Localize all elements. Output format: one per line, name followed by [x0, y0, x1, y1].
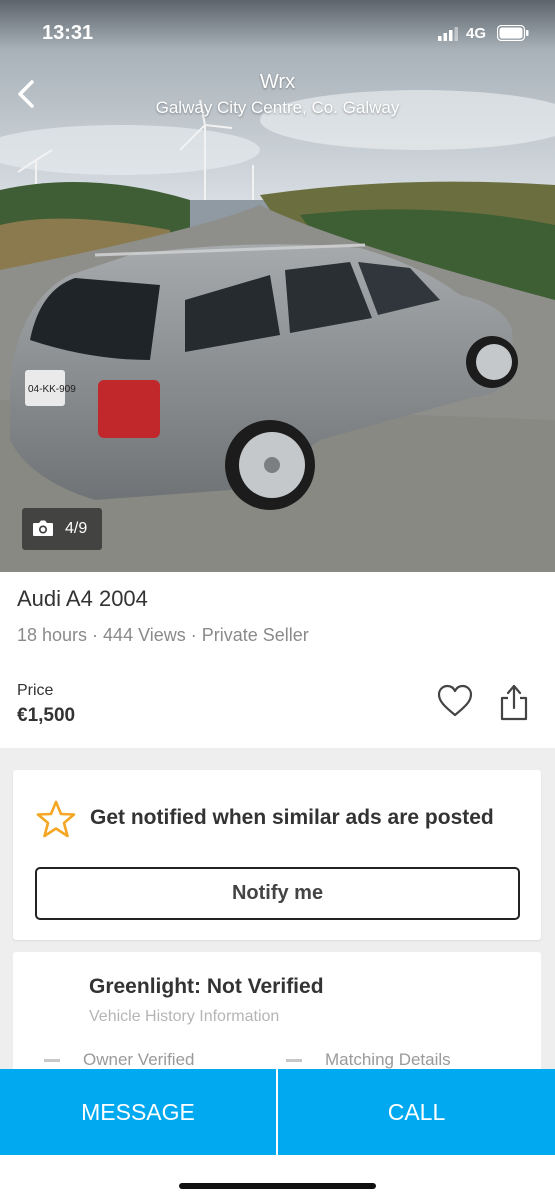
cellular-signal-icon [438, 27, 458, 41]
heart-icon[interactable] [436, 682, 474, 720]
notify-message: Get notified when similar ads are posted [90, 806, 494, 829]
call-button[interactable]: CALL [278, 1069, 555, 1155]
saved-search-card: Get notified when similar ads are posted… [13, 770, 541, 940]
greenlight-item-owner-verified: Owner Verified [83, 1050, 195, 1069]
listing-title: Audi A4 2004 [17, 586, 148, 611]
camera-icon [33, 520, 53, 536]
network-type: 4G [466, 25, 487, 42]
license-plate: 04-KK-909 [28, 384, 76, 395]
home-indicator[interactable] [179, 1183, 376, 1189]
greenlight-subtitle: Vehicle History Information [89, 1008, 280, 1025]
listing-meta: 18 hours · 444 Views · Private Seller [17, 625, 309, 645]
greenlight-title: Greenlight: Not Verified [89, 975, 324, 998]
status-bar: 13:31 4G [0, 0, 555, 62]
listing-details: Audi A4 2004 18 hours · 444 Views · Priv… [0, 572, 555, 748]
status-dash-icon [44, 1059, 60, 1062]
message-button[interactable]: MESSAGE [0, 1069, 276, 1155]
notify-me-button[interactable]: Notify me [35, 867, 520, 920]
listing-location: Galway City Centre, Co. Galway [155, 98, 400, 117]
star-icon [36, 800, 76, 838]
price-label: Price [17, 682, 54, 699]
home-indicator-area [0, 1155, 555, 1200]
listing-photo-gallery[interactable]: 04-KK-909 13:31 4G Wrx Galway City Centr… [0, 0, 555, 572]
status-dash-icon [286, 1059, 302, 1062]
price-value: €1,500 [17, 705, 76, 726]
page-title: Wrx [259, 71, 296, 93]
photo-counter-button[interactable]: 4/9 [22, 508, 102, 550]
status-time: 13:31 [42, 22, 94, 44]
contact-action-bar: MESSAGE CALL [0, 1069, 555, 1155]
greenlight-item-matching-details: Matching Details [325, 1050, 451, 1069]
photo-count: 4/9 [65, 520, 88, 537]
share-icon[interactable] [497, 682, 531, 722]
battery-icon [497, 25, 529, 41]
greenlight-card: Greenlight: Not Verified Vehicle History… [13, 952, 541, 1082]
